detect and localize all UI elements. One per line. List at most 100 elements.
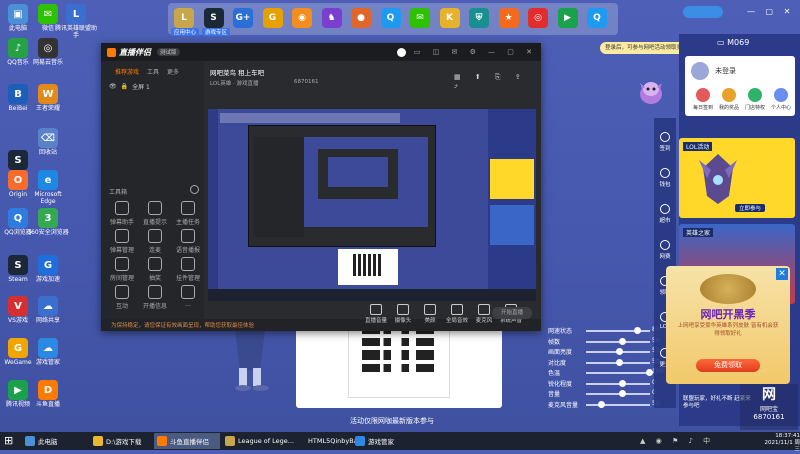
tool-item[interactable]: ... <box>173 285 203 308</box>
adjust-slider[interactable]: 帧数50 <box>548 337 663 347</box>
game-center-icon[interactable]: ★ <box>498 8 519 28</box>
window-controls[interactable]: — ▢ ✕ <box>747 7 794 16</box>
tool-item[interactable]: 直播提示 <box>140 201 170 226</box>
slider-track[interactable] <box>586 382 650 385</box>
adjust-slider[interactable]: 色温100 <box>548 368 663 378</box>
qq-icon[interactable]: Q <box>380 8 401 28</box>
desktop-icon[interactable]: L 腾讯英雄联盟助手 <box>54 4 98 39</box>
quick-action[interactable]: 每日签到 <box>691 88 715 111</box>
qqgame-icon[interactable]: Q <box>587 8 607 28</box>
adjust-slider[interactable]: 网速状态80 <box>548 326 663 336</box>
adjust-slider[interactable]: 锐化程度0 <box>548 379 663 389</box>
slider-knob[interactable] <box>616 348 623 355</box>
desktop-icon[interactable]: D 斗鱼直播 <box>26 380 70 408</box>
side-nav-item[interactable]: 签到 <box>654 132 676 152</box>
video-icon[interactable]: ▶ <box>557 8 578 28</box>
version-badge[interactable]: 测试版 <box>157 48 180 56</box>
adjust-slider[interactable]: 对比度50 <box>548 358 663 368</box>
lol-icon[interactable]: L <box>174 8 194 28</box>
scene-item[interactable]: 全屏 1 <box>132 82 150 91</box>
lol-activity-banner[interactable]: LOL活动 立即参与 <box>679 138 795 218</box>
stream-control[interactable]: 全局音效 <box>445 304 469 324</box>
clock-time[interactable]: 18:37:41 <box>760 433 800 440</box>
steam-icon[interactable]: S <box>203 8 224 28</box>
tab-recommended[interactable]: 推荐游戏 <box>115 67 139 76</box>
avatar[interactable] <box>396 47 406 57</box>
lock-icon[interactable]: 🔒 <box>121 83 128 90</box>
slider-knob[interactable] <box>598 400 605 408</box>
slider-knob[interactable] <box>619 379 626 387</box>
close-icon[interactable]: ✕ <box>776 268 788 280</box>
slider-track[interactable] <box>586 403 650 406</box>
avatar[interactable] <box>691 62 709 80</box>
side-nav-item[interactable]: 超市 <box>654 204 676 224</box>
claim-button[interactable]: 免费领取 <box>696 359 760 372</box>
side-nav-item[interactable]: 网费 <box>654 240 676 260</box>
desktop-icon[interactable]: G 游戏加速 <box>26 255 70 283</box>
enter-desktop-button[interactable] <box>683 6 723 18</box>
tool-item[interactable]: 弹幕管理 <box>107 229 137 254</box>
tab-tools[interactable]: 工具 <box>147 67 159 76</box>
slider-knob[interactable] <box>634 327 641 334</box>
adjust-slider[interactable]: 画面亮度50 <box>548 347 663 357</box>
wegame-icon[interactable]: G <box>262 8 283 28</box>
taskbar-item[interactable]: D:\游戏下载 <box>90 433 152 449</box>
overwatch-icon[interactable]: ◉ <box>292 8 312 28</box>
game-icon[interactable]: ♞ <box>321 8 342 28</box>
slider-knob[interactable] <box>616 358 623 366</box>
slider-track[interactable] <box>586 340 650 343</box>
tool-item[interactable]: 弹幕助手 <box>107 201 137 226</box>
stream-control[interactable]: 摄像头 <box>391 304 415 324</box>
gplus-icon[interactable]: G+ <box>233 8 253 28</box>
slider-knob[interactable] <box>619 390 626 397</box>
desktop-icon[interactable]: 3 360安全浏览器 <box>26 208 70 236</box>
main-toolbar-icons[interactable]: ▦ ⬆ ⎘ ⇪ ⤴ <box>454 73 541 91</box>
kugou-icon[interactable]: K <box>439 8 460 28</box>
start-stream-button[interactable]: 开始直播 <box>492 307 532 319</box>
shield-icon[interactable]: ⛨ <box>469 8 489 28</box>
tool-item[interactable]: 房间管理 <box>107 257 137 282</box>
tab-app-center[interactable]: 应用中心 <box>171 28 200 36</box>
quick-action[interactable]: 我的奖品 <box>717 88 741 111</box>
window-action-icons[interactable]: ▭ ◫ ✉ ⚙ — ▢ ✕ <box>414 48 537 56</box>
wechat-icon[interactable]: ✉ <box>410 8 430 28</box>
tool-item[interactable]: 主播任务 <box>173 201 203 226</box>
side-nav-item[interactable]: 钱包 <box>654 168 676 188</box>
slider-knob[interactable] <box>619 337 626 345</box>
stream-control[interactable]: 直播音量 <box>364 304 388 324</box>
promo-popup[interactable]: ✕ 网吧开黑季 上网吧享受豪华英雄系列皮肤 皆有机会获得领取好礼 免费领取 <box>666 266 790 384</box>
tab-more[interactable]: 更多 <box>167 67 179 76</box>
eye-icon[interactable]: 👁 <box>109 83 117 90</box>
desktop-icon[interactable]: ◎ 网易云音乐 <box>26 38 70 66</box>
taskbar-item[interactable]: 斗鱼直播伴侣 <box>154 433 220 449</box>
tray-icons[interactable]: ▲ ◉ ⚑ ♪ 中 <box>640 436 714 446</box>
tool-item[interactable]: 连麦 <box>140 229 170 254</box>
adjust-slider[interactable]: 麦克风音量50 <box>548 400 663 410</box>
taskbar-item[interactable]: League of Lege... <box>222 433 300 449</box>
desktop-icon[interactable]: ☁ 网络共享 <box>26 296 70 324</box>
quick-action[interactable]: 个人中心 <box>769 88 793 111</box>
netease-icon[interactable]: ◎ <box>528 8 548 28</box>
taskbar-item[interactable]: HTML5QinbyBal... <box>302 433 366 449</box>
slider-track[interactable] <box>586 393 650 395</box>
tool-item[interactable]: 语音播报 <box>173 229 203 254</box>
tool-item[interactable]: 开播信息 <box>140 285 170 310</box>
username[interactable]: 未登录 <box>715 66 736 76</box>
clock-date[interactable]: 2021/11/1 周三 <box>760 440 800 454</box>
slider-track[interactable] <box>586 372 650 374</box>
tool-item[interactable]: 互动 <box>107 285 137 310</box>
start-button[interactable]: ⊞ <box>4 434 13 447</box>
desktop-icon[interactable]: ☁ 游戏管家 <box>26 338 70 366</box>
basketball-icon[interactable]: ● <box>351 8 371 28</box>
stream-control[interactable]: 美颜 <box>418 304 442 324</box>
banner-cta[interactable]: 立即参与 <box>735 204 766 212</box>
taskbar-item[interactable]: 游戏管家 <box>352 433 400 449</box>
desktop-icon[interactable]: W 王者荣耀 <box>26 84 70 112</box>
tool-item[interactable]: 挂件管理 <box>173 257 203 282</box>
tab-game-zone[interactable]: 游戏专区 <box>202 28 231 36</box>
adjust-slider[interactable]: 音量0 <box>548 389 663 399</box>
toolbox-settings-icon[interactable] <box>190 185 199 194</box>
quick-action[interactable]: 门店特权 <box>743 88 767 111</box>
tool-item[interactable]: 抽奖 <box>140 257 170 282</box>
taskbar-item[interactable]: 此电脑 <box>22 433 88 449</box>
